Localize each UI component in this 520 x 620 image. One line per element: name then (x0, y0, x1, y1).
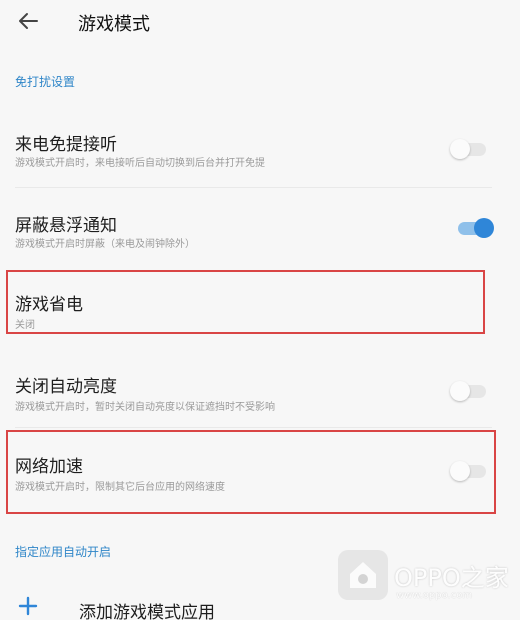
toggle-thumb (450, 381, 470, 401)
setting-row-block-floating-notifications[interactable]: 屏蔽悬浮通知 游戏模式开启时屏蔽（来电及闹钟除外） (0, 199, 520, 267)
watermark-logo-icon (338, 550, 388, 600)
add-game-mode-app-label: 添加游戏模式应用 (79, 603, 215, 620)
section-header-auto-launch: 指定应用自动开启 (15, 545, 112, 559)
page-title: 游戏模式 (78, 14, 150, 35)
toggle-switch-handsfree-answer[interactable] (450, 139, 488, 159)
divider (15, 187, 492, 188)
setting-title: 关闭自动亮度 (15, 377, 117, 397)
top-bar: 游戏模式 (0, 0, 520, 44)
watermark: OPPO之家 www.oppo.com (338, 550, 509, 610)
setting-row-disable-auto-brightness[interactable]: 关闭自动亮度 游戏模式开启时，暂时关闭自动亮度以保证遮挡时不受影响 (0, 360, 520, 428)
setting-subtitle: 游戏模式开启时，来电接听后自动切换到后台并打开免提 (15, 158, 265, 169)
toggle-thumb (450, 139, 470, 159)
watermark-title: OPPO之家 (394, 564, 509, 592)
highlight-box-network-acceleration (6, 430, 496, 514)
setting-row-handsfree-answer[interactable]: 来电免提接听 游戏模式开启时，来电接听后自动切换到后台并打开免提 (0, 118, 520, 186)
watermark-url: www.oppo.com (396, 590, 473, 601)
toggle-switch-disable-auto-brightness[interactable] (450, 381, 488, 401)
setting-title: 来电免提接听 (15, 135, 117, 155)
plus-icon[interactable] (18, 596, 38, 616)
highlight-box-game-power-saving (6, 270, 485, 334)
setting-subtitle: 游戏模式开启时，暂时关闭自动亮度以保证遮挡时不受影响 (15, 402, 275, 413)
toggle-thumb (474, 218, 494, 238)
arrow-left-icon[interactable] (14, 9, 42, 33)
setting-subtitle: 游戏模式开启时屏蔽（来电及闹钟除外） (15, 239, 195, 250)
divider (15, 427, 492, 428)
setting-title: 屏蔽悬浮通知 (15, 216, 117, 236)
toggle-switch-block-floating-notifications[interactable] (456, 218, 494, 238)
section-header-do-not-disturb: 免打扰设置 (15, 75, 76, 89)
